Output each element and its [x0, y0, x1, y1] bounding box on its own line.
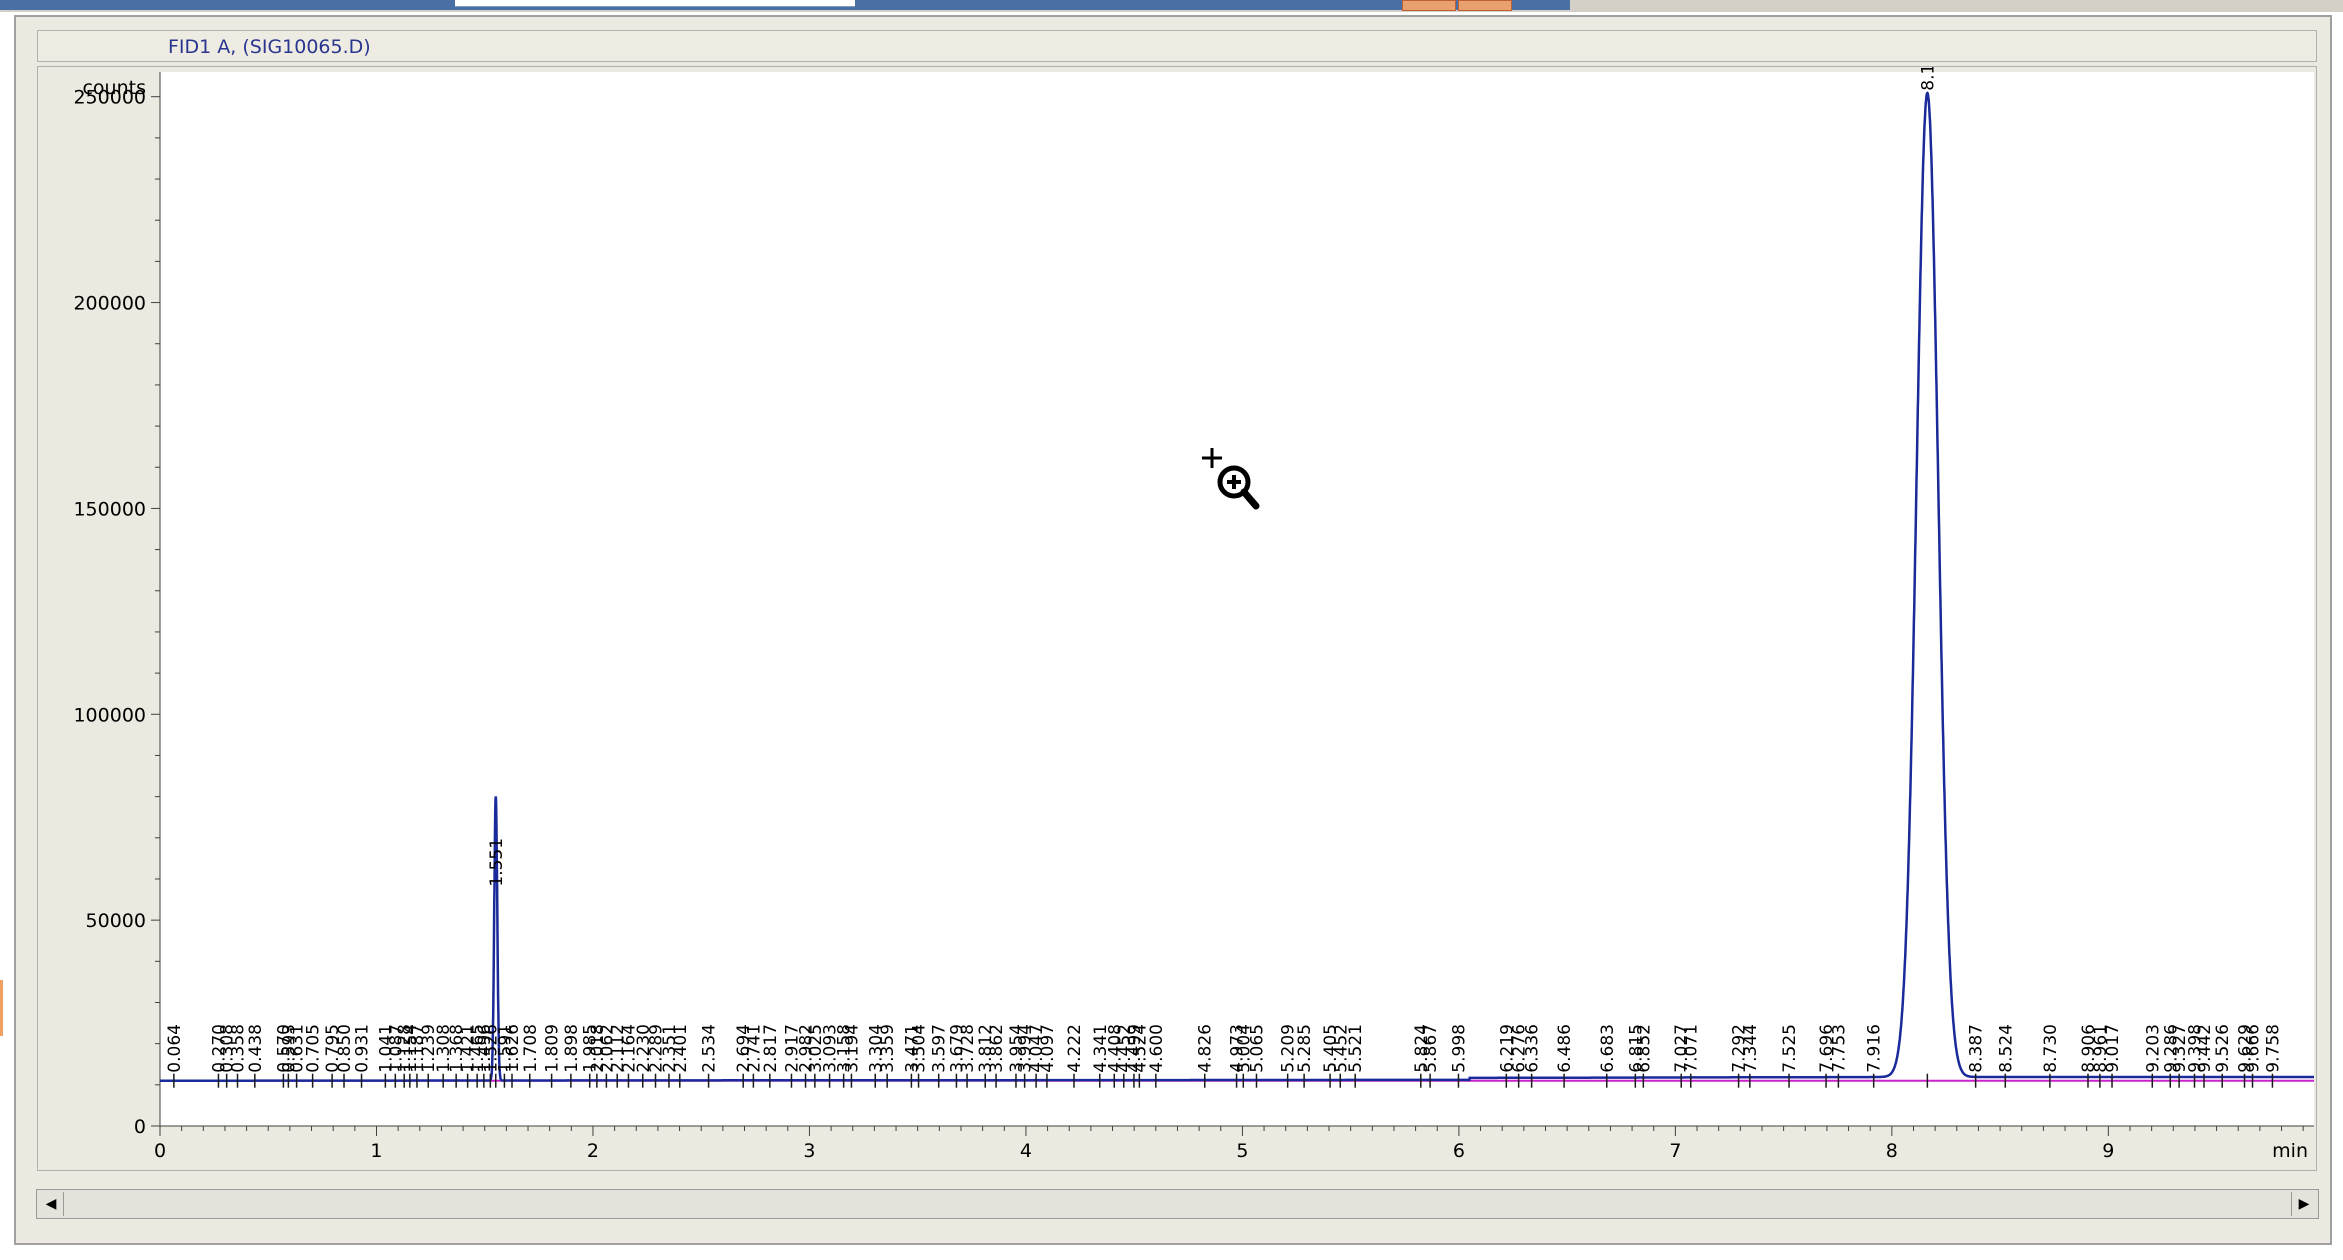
peak-label: 1.809: [543, 1024, 563, 1073]
x-tick-label: 1: [370, 1140, 382, 1162]
peak-label: 6.486: [1555, 1024, 1575, 1073]
peak-label: 3.359: [878, 1024, 898, 1073]
peak-label: 5.998: [1449, 1024, 1469, 1073]
signal-title-bar: [37, 30, 2317, 62]
zoom-in-cursor-icon: [1202, 448, 1260, 510]
left-edge: [0, 12, 10, 1260]
peak-label: 5.065: [1247, 1024, 1267, 1073]
x-tick-label: 7: [1669, 1140, 1681, 1162]
x-tick-label: 0: [154, 1140, 166, 1162]
chromatogram-plot[interactable]: 500001000001500002000002500000counts0 1 2 3…: [38, 67, 2316, 1170]
peak-label: 6.683: [1598, 1024, 1618, 1073]
peak-label: 4.222: [1065, 1024, 1085, 1073]
y-tick-label: 0: [134, 1116, 146, 1138]
x-tick-label: 8: [1886, 1140, 1898, 1162]
peak-label: 2.401: [671, 1024, 691, 1073]
peak-label: 9.758: [2263, 1024, 2283, 1073]
peak-label: 5.285: [1295, 1024, 1315, 1073]
y-tick-label: 50000: [86, 910, 146, 932]
peak-label: 7.071: [1682, 1024, 1702, 1073]
y-axis-label: counts: [82, 77, 146, 99]
x-tick-label: 3: [803, 1140, 815, 1162]
peak-label: 9.017: [2103, 1024, 2123, 1073]
horizontal-scrollbar[interactable]: ◀ ▶: [36, 1189, 2319, 1219]
peak-label: 7.916: [1865, 1024, 1885, 1073]
left-edge-marker: [0, 980, 3, 1036]
peak-label: 0.705: [304, 1024, 324, 1073]
peak-label: 1.551: [487, 838, 507, 887]
peak-label: 0.438: [246, 1024, 266, 1073]
y-tick-label: 100000: [73, 704, 146, 726]
peak-label: 2.817: [761, 1024, 781, 1073]
scroll-right-icon[interactable]: ▶: [2291, 1192, 2316, 1216]
peak-label: 6.336: [1523, 1024, 1543, 1073]
peak-label: 9.666: [2244, 1024, 2264, 1073]
peak-label: 8.730: [2041, 1024, 2061, 1073]
peak-label: 1.898: [562, 1024, 582, 1073]
toolbar-button-orange-1[interactable]: [1402, 0, 1456, 11]
signal-title: FID1 A, (SIG10065.D): [168, 36, 371, 58]
toolbar-strip: [0, 0, 2343, 12]
peak-label: 3.728: [958, 1024, 978, 1073]
toolbar-button-orange-2[interactable]: [1458, 0, 1512, 11]
peak-label: 7.525: [1780, 1024, 1800, 1073]
peak-label: 3.862: [987, 1024, 1007, 1073]
toolbar-input[interactable]: [455, 0, 855, 7]
x-tick-label: 2: [587, 1140, 599, 1162]
peak-label: 4.097: [1038, 1024, 1058, 1073]
x-tick-label: 9: [2102, 1140, 2114, 1162]
peak-label: 2.534: [700, 1024, 720, 1073]
peak-label: 4.600: [1147, 1024, 1167, 1073]
peak-label: 7.344: [1741, 1024, 1761, 1073]
peak-label: 8.164: [1918, 67, 1938, 91]
peak-label: 0.931: [353, 1024, 373, 1073]
peak-label: 5.867: [1421, 1024, 1441, 1073]
x-tick-label: 6: [1453, 1140, 1465, 1162]
x-axis-label: min: [2272, 1140, 2308, 1162]
peak-label: 3.504: [910, 1024, 930, 1073]
x-tick-label: 4: [1020, 1140, 1032, 1162]
peak-label: 0.064: [165, 1024, 185, 1073]
peak-label: 4.826: [1196, 1024, 1216, 1073]
right-edge: [2334, 12, 2343, 1260]
peak-label: 1.708: [521, 1024, 541, 1073]
plot-area: [160, 72, 2314, 1126]
peak-label: 9.442: [2195, 1024, 2215, 1073]
y-tick-label: 150000: [73, 498, 146, 520]
scroll-left-icon[interactable]: ◀: [39, 1192, 64, 1216]
peak-label: 6.852: [1634, 1024, 1654, 1073]
x-tick-label: 5: [1236, 1140, 1248, 1162]
peak-label: 7.753: [1829, 1024, 1849, 1073]
peak-label: 8.524: [1996, 1024, 2016, 1073]
peak-label: 8.387: [1967, 1024, 1987, 1073]
peak-label: 3.194: [842, 1024, 862, 1073]
peak-label: 9.526: [2213, 1024, 2233, 1073]
y-tick-label: 200000: [73, 293, 146, 315]
plot-panel[interactable]: 50000 100000 150000 200000 250000 0 counts 0 1 2 3…: [37, 66, 2317, 1171]
peak-label: 5.521: [1346, 1024, 1366, 1073]
